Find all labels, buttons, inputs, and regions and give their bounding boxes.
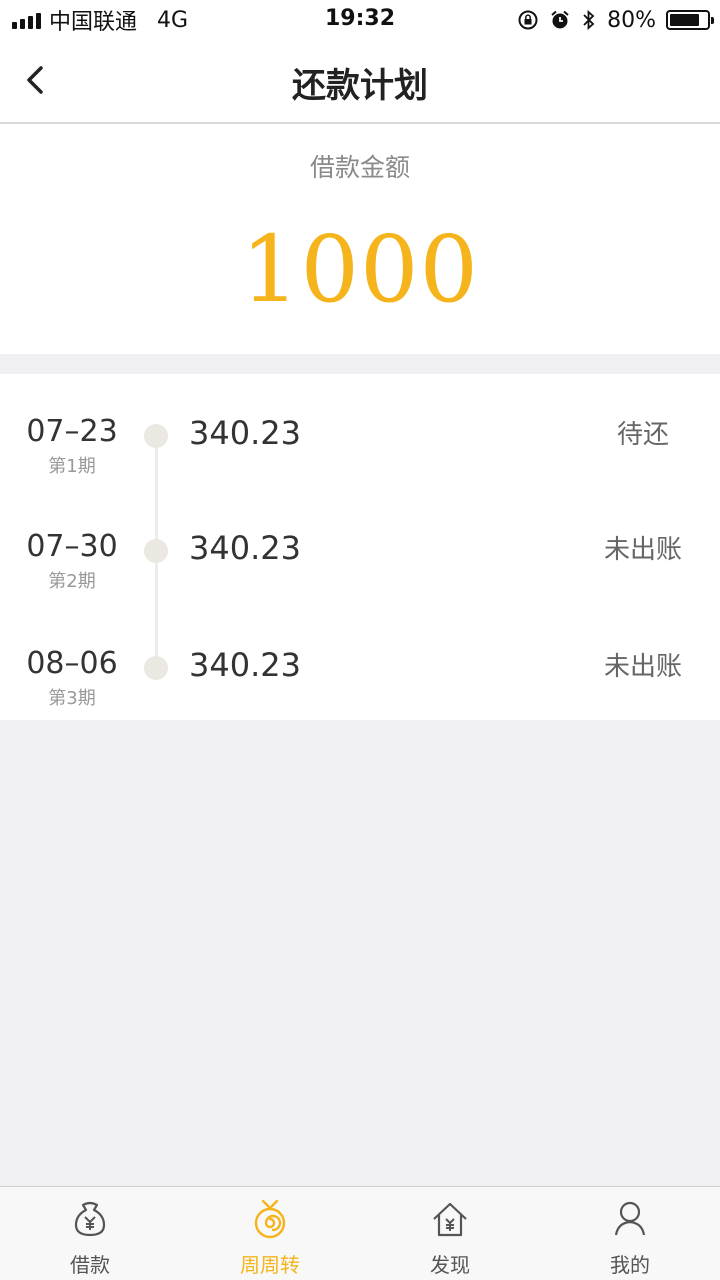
house-yen-icon bbox=[433, 1202, 467, 1237]
tab-borrow[interactable]: 借款 bbox=[0, 1187, 180, 1280]
battery-percent: 80% bbox=[607, 7, 656, 33]
nav-bar: 还款计划 bbox=[0, 40, 720, 124]
plan-row-2[interactable]: 07–30 第2期 340.23 未出账 bbox=[0, 529, 720, 619]
tab-discover[interactable]: 发现 bbox=[360, 1187, 540, 1280]
alarm-icon bbox=[551, 10, 569, 29]
bluetooth-icon bbox=[583, 9, 595, 31]
plan-period: 第2期 bbox=[48, 571, 96, 592]
plan-date: 07–23 bbox=[26, 414, 118, 449]
bottom-tab-bar: 借款 周周转 发现 我的 bbox=[0, 1186, 720, 1280]
plan-period: 第1期 bbox=[48, 456, 96, 477]
timeline-dot bbox=[144, 539, 168, 563]
page-title: 还款计划 bbox=[292, 66, 428, 106]
spiral-coin-icon bbox=[254, 1199, 286, 1239]
tab-label: 借款 bbox=[70, 1253, 110, 1277]
tab-label: 发现 bbox=[430, 1253, 470, 1277]
money-bag-icon bbox=[74, 1201, 106, 1237]
status-right: 80% bbox=[517, 6, 714, 34]
plan-status: 未出账 bbox=[603, 652, 682, 682]
person-icon bbox=[614, 1201, 646, 1236]
plan-row-3[interactable]: 08–06 第3期 340.23 未出账 bbox=[0, 646, 720, 736]
plan-amount: 340.23 bbox=[189, 414, 301, 452]
tab-label: 我的 bbox=[610, 1253, 650, 1277]
rotation-lock-icon bbox=[518, 10, 538, 30]
plan-row-1[interactable]: 07–23 第1期 340.23 待还 bbox=[0, 414, 720, 504]
repayment-plan-list: 07–23 第1期 340.23 待还 07–30 第2期 340.23 未出账… bbox=[0, 374, 720, 720]
plan-amount: 340.23 bbox=[189, 646, 301, 684]
plan-date: 07–30 bbox=[26, 529, 118, 564]
battery-icon bbox=[666, 10, 714, 30]
loan-amount-card: 借款金额 1000 bbox=[0, 124, 720, 354]
timeline-dot bbox=[144, 656, 168, 680]
loan-amount-value: 1000 bbox=[240, 216, 480, 323]
tab-mine[interactable]: 我的 bbox=[540, 1187, 720, 1280]
plan-status: 待还 bbox=[616, 420, 669, 450]
status-bar: 中国联通 4G 19:32 80% bbox=[0, 0, 720, 40]
tab-label: 周周转 bbox=[240, 1253, 300, 1277]
plan-amount: 340.23 bbox=[189, 529, 301, 567]
plan-date: 08–06 bbox=[26, 646, 118, 681]
plan-period: 第3期 bbox=[48, 688, 96, 709]
plan-status: 未出账 bbox=[603, 535, 682, 565]
timeline-dot bbox=[144, 424, 168, 448]
tab-weekly-turnover[interactable]: 周周转 bbox=[180, 1187, 360, 1280]
loan-amount-label: 借款金额 bbox=[309, 153, 410, 182]
